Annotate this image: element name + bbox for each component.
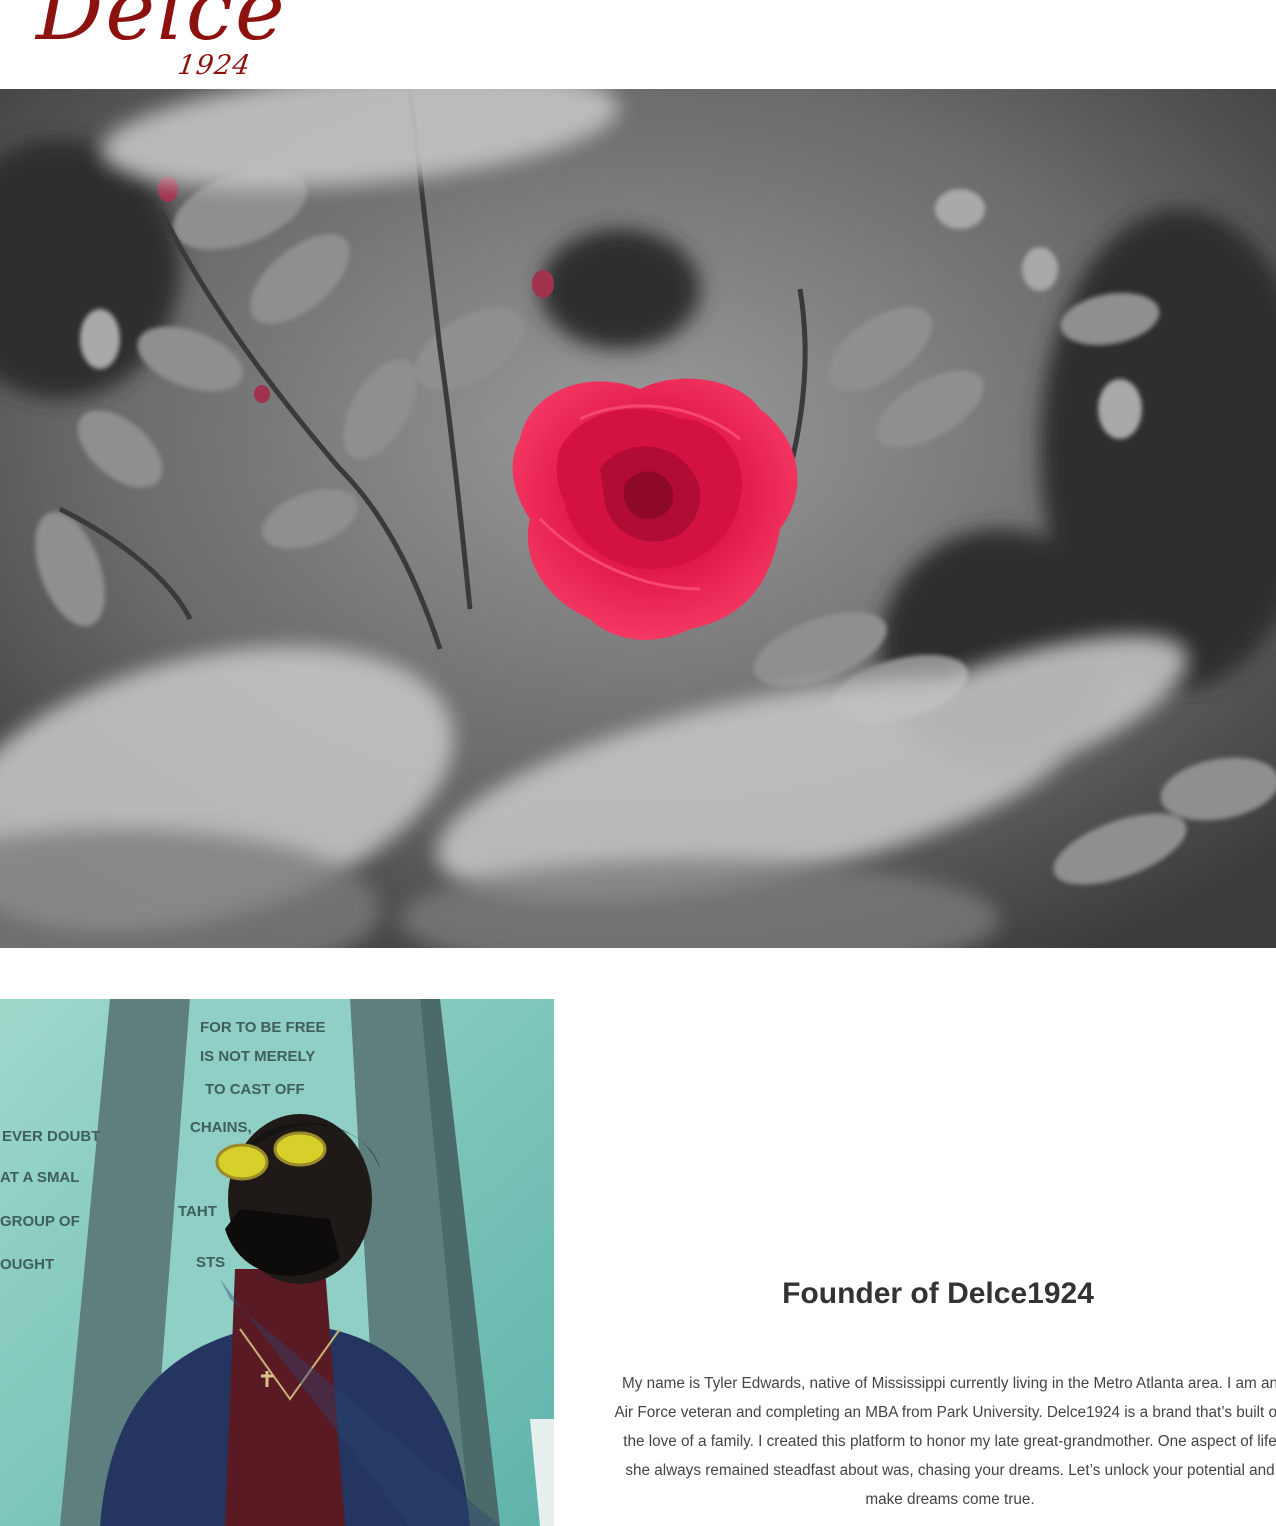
site-header: Delce 1924 [0, 0, 1276, 89]
monument-word: CHAINS, [190, 1119, 252, 1136]
hero-photo [0, 89, 1276, 948]
monument-word: AT A SMAL [0, 1169, 79, 1186]
hero-rose-image [0, 89, 1276, 948]
monument-word: OUGHT [0, 1256, 54, 1273]
founder-bio-line: Air Force veteran and completing an MBA … [614, 1404, 1276, 1421]
monument-word: IS NOT MERELY [200, 1048, 315, 1065]
monument-word: GROUP OF [0, 1213, 80, 1230]
founder-section: Founder of Delce1924 My name is Tyler Ed… [554, 999, 1276, 1526]
founder-photo: FOR TO BE FREE IS NOT MERELY TO CAST OFF… [0, 999, 554, 1526]
founder-bio-line: My name is Tyler Edwards, native of Miss… [621, 1375, 1276, 1392]
founder-bio-line: make dreams come true. [865, 1491, 1035, 1508]
logo-year: 1924 [175, 50, 253, 81]
monument-word: TAHT [178, 1203, 217, 1220]
monument-word: STS [196, 1254, 225, 1271]
founder-bio-line: she always remained steadfast about was,… [625, 1462, 1275, 1479]
monument-word: FOR TO BE FREE [200, 1019, 326, 1036]
founder-bio-line: the love of a family. I created this pla… [623, 1433, 1276, 1450]
founder-title: Founder of Delce1924 [782, 1277, 1094, 1310]
monument-word: EVER DOUBT [2, 1128, 100, 1145]
founder-portrait: FOR TO BE FREE IS NOT MERELY TO CAST OFF… [0, 999, 554, 1526]
brand-logo[interactable]: Delce 1924 [36, 0, 285, 86]
logo-wordmark: Delce [36, 0, 287, 59]
founder-bio: My name is Tyler Edwards, native of Miss… [578, 1369, 1276, 1514]
monument-word: TO CAST OFF [205, 1081, 305, 1098]
